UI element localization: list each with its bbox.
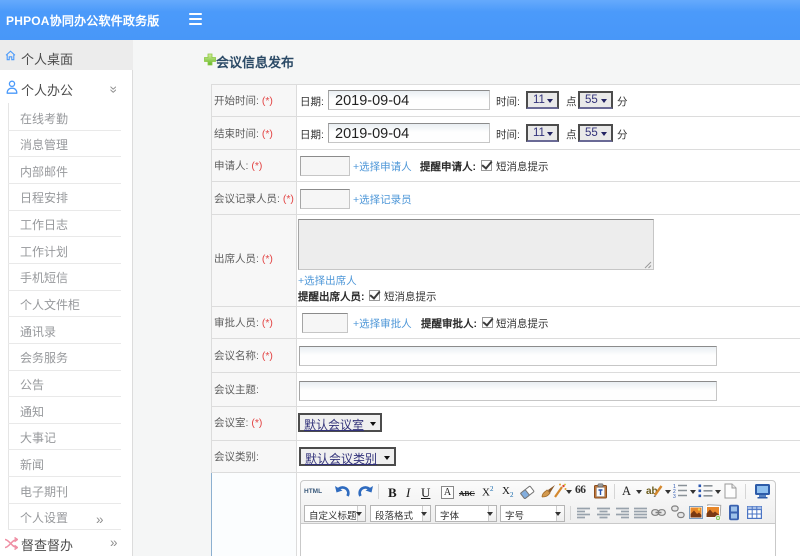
svg-text:3: 3 xyxy=(673,494,676,498)
